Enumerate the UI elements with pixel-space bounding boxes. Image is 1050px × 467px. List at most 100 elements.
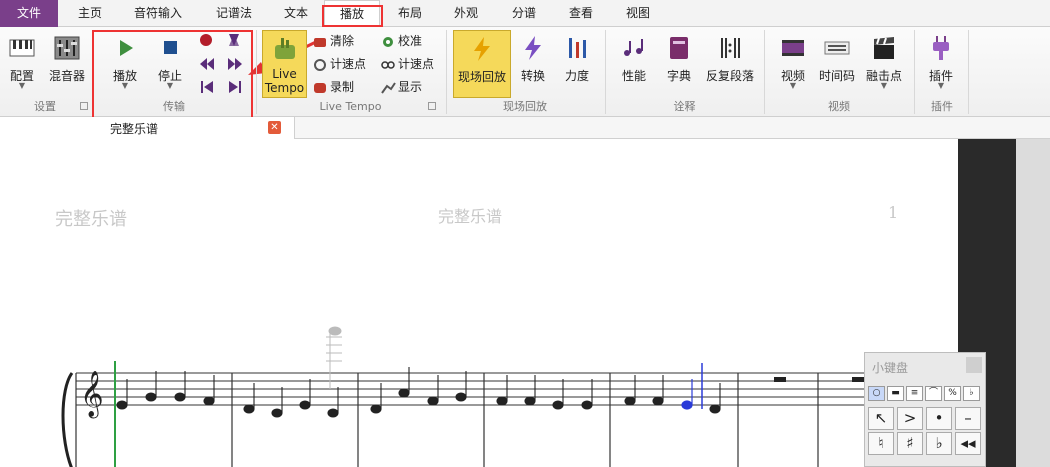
close-icon[interactable] [966, 357, 982, 373]
video-group-label: 视频 [828, 100, 850, 113]
tap-points-icon [314, 58, 326, 71]
tab-appearance[interactable]: 外观 [446, 0, 486, 27]
tab-parts[interactable]: 分谱 [504, 0, 544, 27]
plugins-button[interactable]: 插件 ▼ [922, 30, 960, 98]
book-icon [670, 37, 688, 59]
group-divider [93, 30, 94, 114]
repeats-label: 反复段落 [705, 69, 754, 83]
repeats-button[interactable]: 反复段落 [702, 30, 758, 98]
config-button[interactable]: 配置 ▼ [4, 30, 40, 98]
document-tab-strip: 完整乐谱 ✕ [0, 117, 1050, 139]
lightning-icon [474, 37, 490, 61]
chevron-down-icon: ▼ [166, 81, 174, 90]
clear-button[interactable]: 清除 [312, 31, 354, 51]
rewind-icon[interactable] [199, 57, 215, 71]
record-tempo-icon [314, 82, 326, 93]
transform-label: 转换 [520, 69, 545, 83]
ledger-ghost [326, 326, 342, 389]
dynamics-button[interactable]: 力度 [558, 30, 596, 98]
live-tempo-button[interactable]: Live Tempo [262, 30, 307, 98]
dialog-launcher-icon[interactable] [80, 102, 88, 110]
interpretation-group-label: 诠释 [673, 100, 696, 113]
tab-review[interactable]: 查看 [561, 0, 601, 27]
keypad-tab-articulations[interactable]: ⌒ [925, 386, 942, 401]
tab-home[interactable]: 主页 [70, 0, 110, 27]
timecode-button[interactable]: 时间码 [817, 30, 857, 98]
rewind-key[interactable]: ◂◂ [955, 432, 981, 455]
document-tab[interactable]: 完整乐谱 ✕ [0, 117, 295, 139]
selected-note[interactable] [681, 379, 693, 410]
tab-view[interactable]: 视图 [618, 0, 658, 27]
video-icon [782, 40, 804, 56]
ribbon-tab-bar: 文件 主页 音符输入 记谱法 文本 播放 布局 外观 分谱 查看 视图 [0, 0, 1050, 28]
calibrate-label: 校准 [398, 34, 423, 48]
dialog-launcher-icon[interactable] [428, 102, 436, 110]
chevron-down-icon: ▼ [789, 81, 797, 90]
accent-key[interactable]: > [897, 407, 923, 430]
show-label: 显示 [398, 80, 423, 94]
transport-group-label: 传输 [163, 100, 185, 113]
staccato-key[interactable]: • [926, 407, 952, 430]
dictionary-button[interactable]: 字典 [660, 30, 698, 98]
keypad-tab-tremolo[interactable]: % [944, 386, 961, 401]
live-playback-label: 现场回放 [457, 70, 506, 84]
repeat-icon [721, 38, 740, 58]
ribbon: 配置 ▼ 混音器 设置 播放 ▼ 停止 ▼ 传输 Live Tempo 清除 计… [0, 27, 1050, 119]
metronome-icon[interactable] [227, 33, 241, 47]
transform-button[interactable]: 转换 [514, 30, 552, 98]
transform-icon [525, 36, 541, 60]
keypad-tab-beams[interactable]: ≡ [906, 386, 923, 401]
hitpoints-button[interactable]: 融击点 ▼ [862, 30, 906, 98]
sharp-key[interactable]: ♯ [897, 432, 923, 455]
flat-key[interactable]: ♭ [926, 432, 952, 455]
stop-button[interactable]: 停止 ▼ [150, 30, 190, 98]
tab-file[interactable]: 文件 [0, 0, 58, 27]
chevron-down-icon: ▼ [18, 81, 26, 90]
record-tempo-button[interactable]: 录制 [312, 77, 354, 97]
clapperboard-icon [874, 37, 894, 59]
calibrate-icon [383, 36, 393, 47]
score-page[interactable]: 完整乐谱 完整乐谱 1 𝄞 [0, 139, 958, 467]
barlines [75, 373, 819, 467]
timecode-icon [824, 41, 850, 55]
plug-icon [933, 36, 949, 60]
play-button[interactable]: 播放 ▼ [105, 30, 145, 98]
group-divider [446, 30, 447, 114]
tap-points-button[interactable]: 计速点 [312, 54, 366, 74]
group-divider [764, 30, 765, 114]
mixer-button[interactable]: 混音器 [46, 30, 88, 98]
live-playback-group-label: 现场回放 [503, 100, 547, 113]
keypad-tab-accidentals[interactable]: ♭ [963, 386, 980, 401]
video-button[interactable]: 视频 ▼ [773, 30, 813, 98]
group-divider [605, 30, 606, 114]
stop-icon [164, 41, 177, 54]
tab-text[interactable]: 文本 [276, 0, 316, 27]
calibrate-button[interactable]: 校准 [380, 31, 422, 51]
live-playback-button[interactable]: 现场回放 [453, 30, 511, 98]
performance-button[interactable]: 性能 [614, 30, 654, 98]
keypad-tab-notes[interactable]: ▬ [887, 386, 904, 401]
tab-play[interactable]: 播放 [324, 0, 380, 28]
timecode-label: 时间码 [818, 69, 855, 83]
natural-key[interactable]: ♮ [868, 432, 894, 455]
go-to-end-icon[interactable] [228, 80, 242, 94]
record-icon[interactable] [199, 33, 213, 47]
whole-rest [774, 377, 786, 382]
tab-notations[interactable]: 记谱法 [208, 0, 260, 27]
go-to-start-icon[interactable] [200, 80, 214, 94]
keypad-tab-common[interactable]: ○ [868, 386, 885, 401]
group-divider [968, 30, 969, 114]
tab-layout[interactable]: 布局 [390, 0, 430, 27]
mixer-icon [54, 36, 80, 60]
tab-note-input[interactable]: 音符输入 [126, 0, 190, 27]
fast-forward-icon[interactable] [227, 57, 243, 71]
pointer-key[interactable]: ↖ [868, 407, 894, 430]
tap-points-2-button[interactable]: 计速点 [380, 54, 434, 74]
close-icon[interactable]: ✕ [268, 121, 281, 134]
chevron-down-icon: ▼ [880, 81, 888, 90]
document-tab-label: 完整乐谱 [110, 122, 159, 136]
keypad-panel[interactable]: 小键盘 ○ ▬ ≡ ⌒ % ♭ ↖ > • – ♮ ♯ ♭ ◂◂ [864, 352, 986, 467]
show-button[interactable]: 显示 [380, 77, 422, 97]
staff-system: 𝄞 [61, 326, 958, 467]
tenuto-key[interactable]: – [955, 407, 981, 430]
